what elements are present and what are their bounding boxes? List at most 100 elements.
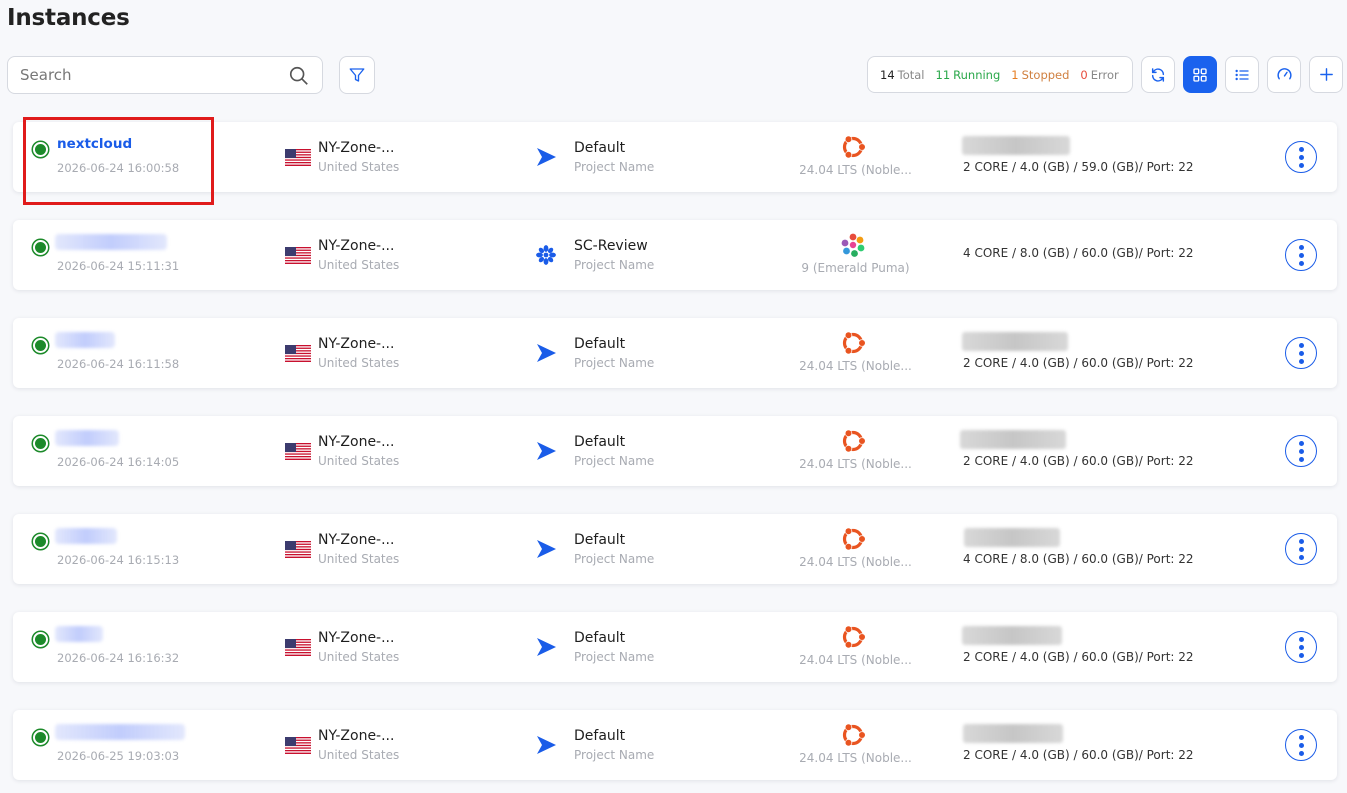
more-options-button[interactable] — [1285, 729, 1317, 761]
project-name: Default — [574, 140, 626, 156]
instance-row[interactable]: nextcloud 2026-06-24 16:00:58 NY-Zone-..… — [13, 122, 1337, 192]
instance-spec: 2 CORE / 4.0 (GB) / 60.0 (GB)/ Port: 22 — [963, 650, 1194, 664]
zone-country: United States — [318, 160, 400, 174]
os-version: 24.04 LTS (Noble... — [799, 751, 912, 765]
grid-view-icon — [1193, 67, 1207, 82]
us-flag-icon — [285, 443, 311, 460]
stat-stopped: 1 Stopped — [1011, 68, 1069, 82]
project-name: Default — [574, 630, 626, 646]
instance-row[interactable]: 2026-06-24 16:15:13 NY-Zone-... United S… — [13, 514, 1337, 584]
zone-country: United States — [318, 258, 400, 272]
instance-spec: 2 CORE / 4.0 (GB) / 60.0 (GB)/ Port: 22 — [963, 454, 1194, 468]
redacted-ip — [963, 724, 1063, 743]
status-running-indicator — [33, 338, 48, 353]
instance-spec: 2 CORE / 4.0 (GB) / 59.0 (GB)/ Port: 22 — [963, 160, 1194, 174]
instance-row[interactable]: 2026-06-25 19:03:03 NY-Zone-... United S… — [13, 710, 1337, 780]
stat-total-count: 14 — [880, 67, 895, 82]
search-box[interactable] — [7, 56, 323, 94]
redacted-instance-name[interactable] — [55, 332, 115, 348]
instance-name-link[interactable]: nextcloud — [57, 136, 132, 152]
redacted-instance-name[interactable] — [55, 626, 103, 642]
os-version: 24.04 LTS (Noble... — [799, 555, 912, 569]
redacted-instance-name[interactable] — [55, 528, 117, 544]
instance-row[interactable]: 2026-06-24 16:11:58 NY-Zone-... United S… — [13, 318, 1337, 388]
zone-country: United States — [318, 650, 400, 664]
grid-view-button[interactable] — [1183, 56, 1217, 93]
default-project-icon — [535, 440, 557, 462]
project-sub-label: Project Name — [574, 552, 655, 566]
project-name: Default — [574, 434, 626, 450]
instance-row[interactable]: 2026-06-24 15:11:31 NY-Zone-... United S… — [13, 220, 1337, 290]
add-instance-button[interactable] — [1309, 56, 1343, 93]
more-options-button[interactable] — [1285, 631, 1317, 663]
filter-button[interactable] — [339, 56, 375, 94]
redacted-ip — [962, 626, 1062, 645]
list-view-icon — [1235, 69, 1249, 80]
more-options-button[interactable] — [1285, 533, 1317, 565]
project-sub-label: Project Name — [574, 160, 655, 174]
project-sub-label: Project Name — [574, 454, 655, 468]
status-running-indicator — [33, 436, 48, 451]
ubuntu-icon — [838, 720, 868, 750]
more-options-button[interactable] — [1285, 239, 1317, 271]
stat-error: 0 Error — [1080, 68, 1118, 82]
stat-total: 14 Total — [880, 68, 925, 82]
project-sub-label: Project Name — [574, 258, 655, 272]
default-project-icon — [535, 146, 557, 168]
gauge-icon — [1276, 68, 1292, 80]
project-sub-label: Project Name — [574, 650, 655, 664]
redacted-ip — [964, 528, 1060, 547]
default-project-icon — [535, 538, 557, 560]
instance-row[interactable]: 2026-06-24 16:16:32 NY-Zone-... United S… — [13, 612, 1337, 682]
us-flag-icon — [285, 541, 311, 558]
status-running-indicator — [33, 142, 48, 157]
redacted-instance-name[interactable] — [55, 724, 185, 740]
instance-stats: 14 Total 11 Running 1 Stopped 0 Error — [867, 56, 1133, 93]
default-project-icon — [535, 342, 557, 364]
zone-country: United States — [318, 748, 400, 762]
redacted-instance-name[interactable] — [55, 234, 167, 250]
instance-spec: 2 CORE / 4.0 (GB) / 60.0 (GB)/ Port: 22 — [963, 748, 1194, 762]
search-icon[interactable] — [288, 65, 310, 87]
stat-total-label: Total — [897, 67, 925, 82]
zone-name: NY-Zone-... — [318, 336, 395, 352]
project-sub-label: Project Name — [574, 356, 655, 370]
redacted-instance-name[interactable] — [55, 430, 119, 446]
redacted-ip — [962, 332, 1068, 351]
refresh-icon — [1151, 67, 1165, 82]
zone-country: United States — [318, 552, 400, 566]
instance-spec: 4 CORE / 8.0 (GB) / 60.0 (GB)/ Port: 22 — [963, 552, 1194, 566]
os-version: 24.04 LTS (Noble... — [799, 163, 912, 177]
instance-created-date: 2026-06-24 16:00:58 — [57, 161, 180, 175]
redacted-ip — [962, 136, 1070, 155]
ubuntu-icon — [838, 426, 868, 456]
stat-error-count: 0 — [1080, 67, 1088, 82]
ubuntu-icon — [838, 622, 868, 652]
search-input[interactable] — [20, 57, 280, 93]
default-project-icon — [535, 636, 557, 658]
stat-running-count: 11 — [935, 67, 951, 82]
status-running-indicator — [33, 240, 48, 255]
dashboard-button[interactable] — [1267, 56, 1301, 93]
list-view-button[interactable] — [1225, 56, 1259, 93]
os-version: 24.04 LTS (Noble... — [799, 359, 912, 373]
stat-stopped-count: 1 — [1011, 67, 1019, 82]
fedora-icon — [838, 230, 868, 260]
instance-created-date: 2026-06-24 16:15:13 — [57, 553, 180, 567]
page-title: Instances — [7, 5, 130, 31]
refresh-button[interactable] — [1141, 56, 1175, 93]
us-flag-icon — [285, 247, 311, 264]
stat-error-label: Error — [1090, 67, 1119, 82]
os-version: 24.04 LTS (Noble... — [799, 653, 912, 667]
instance-row[interactable]: 2026-06-24 16:14:05 NY-Zone-... United S… — [13, 416, 1337, 486]
more-options-button[interactable] — [1285, 337, 1317, 369]
zone-name: NY-Zone-... — [318, 434, 395, 450]
flower-project-icon — [535, 244, 557, 266]
status-running-indicator — [33, 632, 48, 647]
instance-created-date: 2026-06-25 19:03:03 — [57, 749, 180, 763]
project-name: SC-Review — [574, 238, 648, 254]
more-options-button[interactable] — [1285, 435, 1317, 467]
more-options-button[interactable] — [1285, 141, 1317, 173]
plus-icon — [1319, 68, 1333, 81]
zone-name: NY-Zone-... — [318, 140, 395, 156]
